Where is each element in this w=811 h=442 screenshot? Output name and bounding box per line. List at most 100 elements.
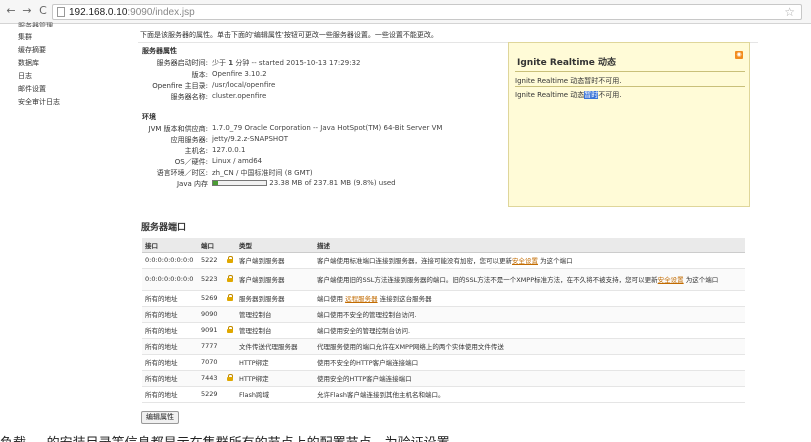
port-row: 0:0:0:0:0:0:0:0 5222 客户端到服务器 客户端使用标准端口连接到服务… bbox=[142, 252, 745, 269]
port-number: 7777 bbox=[198, 338, 224, 355]
ports-header-row: 接口 端口 类型 描述 bbox=[142, 238, 745, 253]
port-description: 端口使用安全的管理控制台访问. bbox=[314, 322, 745, 339]
port-description: 端口使用 远程服务器 连接到这台服务器 bbox=[314, 290, 745, 307]
port-lock-cell bbox=[224, 290, 236, 307]
ports-table: 接口 端口 类型 描述 0:0:0:0:0:0:0:0 5222 客户端到服务器 客户… bbox=[142, 238, 745, 403]
back-arrow-icon[interactable]: ← bbox=[4, 4, 18, 18]
port-description: 代理服务使用的端口允许在XMPP网络上的两个实体使用文件传送 bbox=[314, 338, 745, 355]
port-lock-cell bbox=[224, 306, 236, 323]
memory-bar-fill bbox=[213, 181, 219, 185]
lock-icon bbox=[227, 255, 233, 263]
col-lock bbox=[224, 238, 236, 253]
forward-arrow-icon[interactable]: → bbox=[20, 4, 34, 18]
port-type: 管理控制台 bbox=[236, 306, 314, 323]
port-interface: 0:0:0:0:0:0:0:0 bbox=[142, 252, 198, 269]
port-interface: 所有的地址 bbox=[142, 290, 198, 307]
port-interface: 所有的地址 bbox=[142, 354, 198, 371]
environment-heading: 环境 bbox=[142, 113, 156, 121]
port-description: 允许Flash客户端连接到其他主机名和端口。 bbox=[314, 386, 745, 403]
bookmark-star-icon[interactable]: ☆ bbox=[784, 5, 795, 19]
port-lock-cell bbox=[224, 322, 236, 339]
news-line-2: Ignite Realtime 动态暂时不可用. bbox=[515, 91, 622, 99]
port-interface: 所有的地址 bbox=[142, 306, 198, 323]
port-lock-cell bbox=[224, 370, 236, 387]
lock-icon bbox=[227, 274, 233, 282]
port-type: 文件传送代理服务器 bbox=[236, 338, 314, 355]
port-type: Flash跨域 bbox=[236, 386, 314, 403]
sidebar-item-database[interactable]: 数据库 bbox=[18, 58, 39, 68]
port-interface: 所有的地址 bbox=[142, 322, 198, 339]
sidebar-item-cache-summary[interactable]: 缓存摘要 bbox=[18, 45, 46, 55]
port-row: 0:0:0:0:0:0:0:0 5223 客户端到服务器 客户端使用旧的SSL方法连接… bbox=[142, 268, 745, 291]
port-number: 5222 bbox=[198, 252, 224, 269]
port-number: 5223 bbox=[198, 268, 224, 291]
sidebar-item-email-settings[interactable]: 邮件设置 bbox=[18, 84, 46, 94]
sidebar-item-security-audit-log[interactable]: 安全审计日志 bbox=[18, 97, 60, 107]
port-interface: 所有的地址 bbox=[142, 386, 198, 403]
server-ports-heading: 服务器端口 bbox=[141, 223, 187, 233]
col-type: 类型 bbox=[236, 238, 314, 253]
port-number: 7070 bbox=[198, 354, 224, 371]
port-description: 客户端使用旧的SSL方法连接到服务器的端口。旧的SSL方法不是一个XMPP标准方… bbox=[314, 268, 745, 291]
reload-icon[interactable]: C bbox=[36, 4, 50, 18]
port-number: 5269 bbox=[198, 290, 224, 307]
edit-properties-button[interactable]: 编辑属性 bbox=[141, 411, 179, 424]
port-settings-link[interactable]: 安全设置 bbox=[512, 257, 538, 265]
server-properties-heading: 服务器属性 bbox=[142, 47, 177, 55]
port-lock-cell bbox=[224, 338, 236, 355]
sidebar: 服务器管理 集群 缓存摘要 数据库 日志 邮件设置 安全审计日志 bbox=[0, 21, 130, 424]
port-lock-cell bbox=[224, 268, 236, 291]
port-settings-link[interactable]: 远程服务器 bbox=[345, 295, 378, 303]
port-type: HTTP绑定 bbox=[236, 354, 314, 371]
port-description: 使用不安全的HTTP客户端连接端口 bbox=[314, 354, 745, 371]
port-description: 端口使用不安全的管理控制台访问. bbox=[314, 306, 745, 323]
browser-toolbar: ← → C 192.168.0.10:9090/index.jsp ☆ bbox=[0, 0, 811, 24]
port-interface: 所有的地址 bbox=[142, 370, 198, 387]
port-row: 所有的地址 9090 管理控制台 端口使用不安全的管理控制台访问. bbox=[142, 306, 745, 323]
page-intro: 下面是该服务器的属性。单击下面的'编辑属性'按钮可更改一些服务器设置。一些设置不… bbox=[140, 31, 438, 39]
lock-icon bbox=[227, 373, 233, 381]
port-lock-cell bbox=[224, 252, 236, 269]
port-interface: 所有的地址 bbox=[142, 338, 198, 355]
overlay-caption: 负载 ... 的安装目录等信息都显示在集群所有的节点上的配置节点，为验证设置 bbox=[0, 430, 811, 442]
address-bar[interactable]: 192.168.0.10:9090/index.jsp ☆ bbox=[52, 4, 802, 20]
lock-icon bbox=[227, 325, 233, 333]
memory-bar bbox=[212, 180, 267, 186]
port-interface: 0:0:0:0:0:0:0:0 bbox=[142, 268, 198, 291]
news-line-1: Ignite Realtime 动态暂时不可用. bbox=[515, 77, 622, 85]
sidebar-item-cluster[interactable]: 集群 bbox=[18, 32, 32, 42]
page-icon bbox=[57, 7, 65, 17]
ignite-news-panel: Ignite Realtime 动态 ◉ Ignite Realtime 动态暂… bbox=[508, 42, 750, 207]
sidebar-item-logs[interactable]: 日志 bbox=[18, 71, 32, 81]
port-row: 所有的地址 7070 HTTP绑定 使用不安全的HTTP客户端连接端口 bbox=[142, 354, 745, 371]
sidebar-item-server-manager[interactable]: 服务器管理 bbox=[18, 21, 53, 27]
port-type: 客户端到服务器 bbox=[236, 268, 314, 291]
port-type: 管理控制台 bbox=[236, 322, 314, 339]
port-lock-cell bbox=[224, 386, 236, 403]
memory-text: 23.38 MB of 237.81 MB (9.8%) used bbox=[269, 179, 396, 187]
port-number: 9091 bbox=[198, 322, 224, 339]
port-number: 5229 bbox=[198, 386, 224, 403]
port-type: 客户端到服务器 bbox=[236, 252, 314, 269]
port-row: 所有的地址 5229 Flash跨域 允许Flash客户端连接到其他主机名和端口。 bbox=[142, 386, 745, 403]
port-row: 所有的地址 9091 管理控制台 端口使用安全的管理控制台访问. bbox=[142, 322, 745, 339]
port-row: 所有的地址 7777 文件传送代理服务器 代理服务使用的端口允许在XMPP网络上的两个… bbox=[142, 338, 745, 355]
news-divider bbox=[515, 86, 745, 87]
col-port: 端口 bbox=[198, 238, 224, 253]
port-row: 所有的地址 7443 HTTP绑定 使用安全的HTTP客户端连接端口 bbox=[142, 370, 745, 387]
port-description: 客户端使用标准端口连接到服务器，连接可能没有加密，您可以更新安全设置 为这个端口 bbox=[314, 252, 745, 269]
col-interface: 接口 bbox=[142, 238, 198, 253]
port-type: 服务器到服务器 bbox=[236, 290, 314, 307]
port-settings-link[interactable]: 安全设置 bbox=[658, 276, 684, 284]
port-row: 所有的地址 5269 服务器到服务器 端口使用 远程服务器 连接到这台服务器 bbox=[142, 290, 745, 307]
port-type: HTTP绑定 bbox=[236, 370, 314, 387]
col-description: 描述 bbox=[314, 238, 745, 253]
rss-feed-icon[interactable]: ◉ bbox=[735, 51, 743, 59]
port-number: 7443 bbox=[198, 370, 224, 387]
news-title: Ignite Realtime 动态 bbox=[517, 58, 617, 68]
url-text: 192.168.0.10:9090/index.jsp bbox=[69, 7, 195, 18]
port-description: 使用安全的HTTP客户端连接端口 bbox=[314, 370, 745, 387]
news-divider bbox=[515, 71, 745, 72]
lock-icon bbox=[227, 293, 233, 301]
port-number: 9090 bbox=[198, 306, 224, 323]
